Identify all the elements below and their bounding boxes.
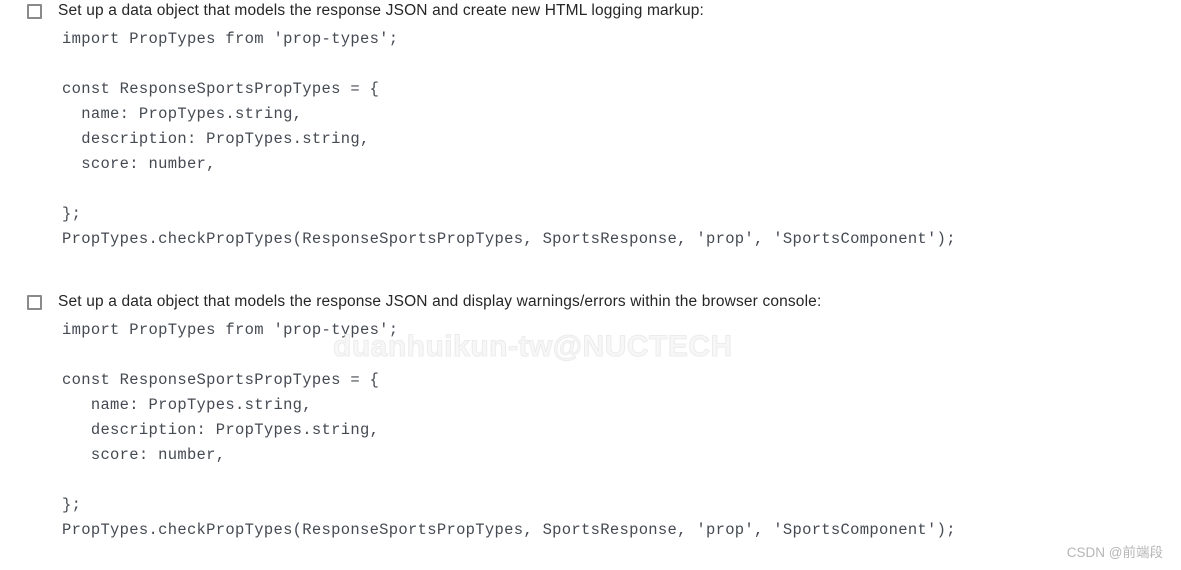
code-snippet-2: import PropTypes from 'prop-types'; cons… <box>62 321 956 539</box>
task-block-2: Set up a data object that models the res… <box>0 291 1181 539</box>
code-snippet-1: import PropTypes from 'prop-types'; cons… <box>62 30 956 248</box>
task-checkbox-2[interactable] <box>27 295 42 310</box>
document-page: Set up a data object that models the res… <box>0 0 1181 570</box>
task-heading-row-2: Set up a data object that models the res… <box>0 291 1181 317</box>
credit-label: CSDN @前端段 <box>1066 545 1163 560</box>
task-block-1: Set up a data object that models the res… <box>0 0 1181 248</box>
task-heading-row-1: Set up a data object that models the res… <box>0 0 1181 26</box>
task-heading-label-2: Set up a data object that models the res… <box>58 293 822 310</box>
task-heading-label-1: Set up a data object that models the res… <box>58 2 705 19</box>
task-checkbox-1[interactable] <box>27 4 42 19</box>
